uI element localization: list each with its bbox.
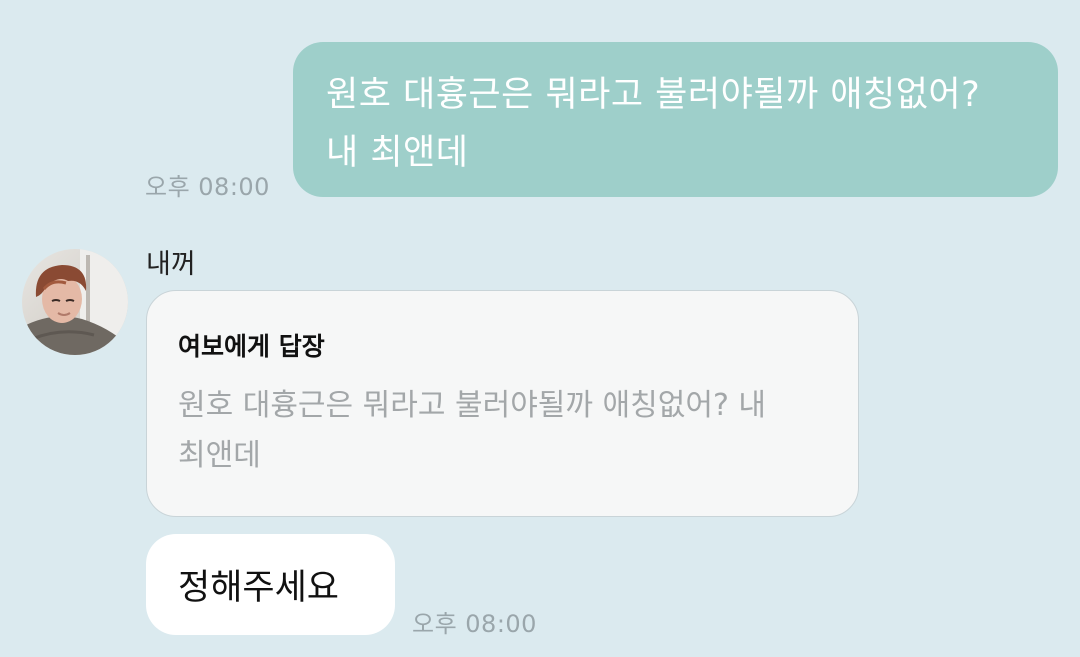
profile-photo-icon xyxy=(22,249,128,355)
sender-avatar[interactable] xyxy=(22,249,128,355)
sender-name: 내꺼 xyxy=(146,249,196,280)
incoming-message-time: 오후 08:00 xyxy=(412,610,537,638)
outgoing-message-time: 오후 08:00 xyxy=(145,173,270,201)
reply-title: 여보에게 답장 xyxy=(178,332,325,361)
reply-quoted-text: 원호 대흉근은 뭐라고 불러야될까 애칭없어? 내 최앤데 xyxy=(178,388,767,473)
outgoing-message-bubble[interactable]: 원호 대흉근은 뭐라고 불러야될까 애칭없어? 내 최앤데 xyxy=(293,42,1058,197)
incoming-message-text: 정해주세요 xyxy=(178,568,340,608)
outgoing-message-text: 원호 대흉근은 뭐라고 불러야될까 애칭없어? 내 최앤데 xyxy=(326,75,981,173)
incoming-message-bubble[interactable]: 정해주세요 xyxy=(146,534,395,635)
reply-quote-card[interactable]: 여보에게 답장 원호 대흉근은 뭐라고 불러야될까 애칭없어? 내 최앤데 xyxy=(146,290,859,517)
